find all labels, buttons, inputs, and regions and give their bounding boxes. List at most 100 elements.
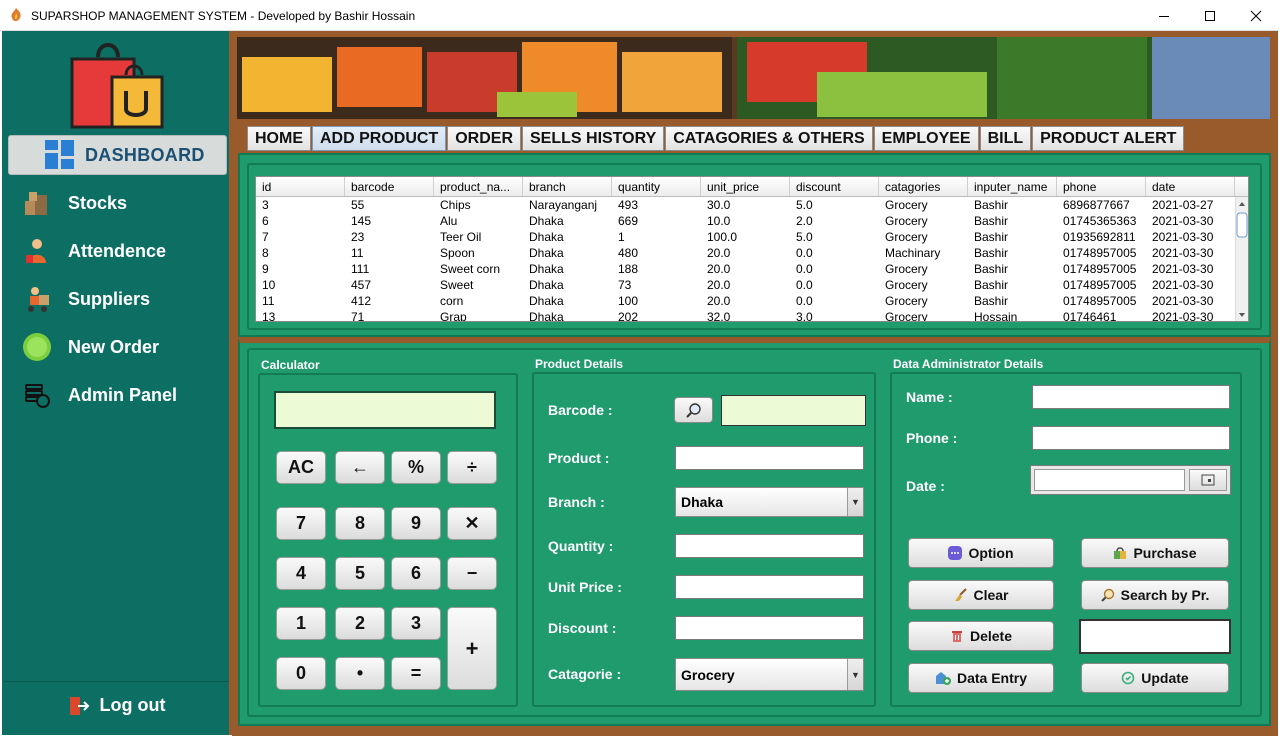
calculator-display[interactable]	[274, 391, 496, 429]
unit-price-label: Unit Price :	[548, 579, 622, 595]
search-product-input[interactable]	[1079, 619, 1231, 654]
calc-key-3[interactable]: 3	[391, 607, 441, 640]
tab-bill[interactable]: BILL	[979, 126, 1032, 151]
barcode-input[interactable]	[721, 395, 866, 426]
quantity-input[interactable]	[675, 534, 864, 558]
table-row[interactable]: 3 55 Chips Narayanganj 493 30.0 5.0 Grocery Bash…	[256, 197, 1248, 213]
calc-key-multiply[interactable]: ✕	[447, 507, 497, 540]
calc-key-minus[interactable]: −	[447, 557, 497, 590]
sidebar-item-admin-panel[interactable]: Admin Panel	[22, 378, 177, 412]
calc-key-backspace[interactable]: ←	[335, 451, 385, 484]
calc-key-2[interactable]: 2	[335, 607, 385, 640]
calc-key-8[interactable]: 8	[335, 507, 385, 540]
col-header[interactable]: branch	[523, 177, 612, 196]
table-cell: 457	[351, 278, 372, 292]
update-button[interactable]: Update	[1081, 663, 1229, 693]
tab-add-product[interactable]: ADD PRODUCT	[312, 126, 447, 151]
table-row[interactable]: 7 23 Teer Oil Dhaka 1 100.0 5.0 Grocery Bashir 01…	[256, 229, 1248, 245]
data-entry-button[interactable]: Data Entry	[908, 663, 1054, 693]
table-cell: 2.0	[796, 214, 813, 228]
calc-key-5[interactable]: 5	[335, 557, 385, 590]
admin-panel-icon	[22, 380, 52, 410]
trash-icon	[950, 629, 964, 643]
col-header[interactable]: unit_price	[701, 177, 790, 196]
close-button[interactable]	[1233, 0, 1279, 31]
table-cell: Grocery	[885, 198, 928, 212]
search-by-product-button[interactable]: Search by Pr.	[1081, 580, 1229, 610]
calc-key-ac[interactable]: AC	[276, 451, 326, 484]
col-header[interactable]: id	[256, 177, 345, 196]
branch-select[interactable]: Dhaka ▼	[675, 487, 864, 517]
tab-order[interactable]: ORDER	[447, 126, 521, 151]
table-row[interactable]: 11 412 corn Dhaka 100 20.0 0.0 Grocery Bashir 017…	[256, 293, 1248, 309]
col-header[interactable]: barcode	[345, 177, 434, 196]
minimize-button[interactable]	[1141, 0, 1187, 31]
purchase-button[interactable]: Purchase	[1081, 538, 1229, 568]
date-input[interactable]	[1034, 469, 1185, 491]
table-cell: 2021-03-30	[1152, 214, 1214, 228]
table-cell: 01748957005	[1063, 294, 1137, 308]
dashboard-button[interactable]: DASHBOARD	[8, 135, 227, 175]
table-row[interactable]: 6 145 Alu Dhaka 669 10.0 2.0 Grocery Bashir 01745…	[256, 213, 1248, 229]
table-cell: 100.0	[707, 230, 738, 244]
col-header[interactable]: inputer_name	[968, 177, 1057, 196]
table-cell: Bashir	[974, 294, 1009, 308]
table-cell: 6896877667	[1063, 198, 1130, 212]
discount-input[interactable]	[675, 616, 864, 640]
sidebar-item-new-order[interactable]: New Order	[22, 330, 159, 364]
table-cell: Sweet	[440, 278, 474, 292]
calc-key-equals[interactable]: =	[391, 657, 441, 690]
product-table[interactable]: id barcode product_na... branch quantity…	[255, 176, 1249, 322]
table-cell: 5.0	[796, 230, 813, 244]
table-scrollbar[interactable]	[1235, 197, 1248, 321]
sidebar-item-stocks[interactable]: Stocks	[22, 186, 127, 220]
table-row[interactable]: 13 71 Grap Dhaka 202 32.0 3.0 Grocery Hossain 017…	[256, 309, 1248, 321]
unit-price-input[interactable]	[675, 575, 864, 599]
logout-button[interactable]: Log out	[4, 681, 229, 729]
calc-key-percent[interactable]: %	[391, 451, 441, 484]
table-row[interactable]: 8 11 Spoon Dhaka 480 20.0 0.0 Machinary Bashir 01…	[256, 245, 1248, 261]
table-cell: 2021-03-30	[1152, 246, 1214, 260]
col-header[interactable]: discount	[790, 177, 879, 196]
table-row[interactable]: 9 111 Sweet corn Dhaka 188 20.0 0.0 Grocery Bash…	[256, 261, 1248, 277]
product-input[interactable]	[675, 446, 864, 470]
col-header[interactable]: quantity	[612, 177, 701, 196]
option-button[interactable]: Option	[908, 538, 1054, 568]
table-cell: 73	[618, 278, 632, 292]
tab-catagories-others[interactable]: CATAGORIES & OTHERS	[665, 126, 873, 151]
name-input[interactable]	[1032, 385, 1230, 409]
calc-key-1[interactable]: 1	[276, 607, 326, 640]
col-header[interactable]: date	[1146, 177, 1235, 196]
table-cell: Bashir	[974, 246, 1009, 260]
branch-label: Branch :	[548, 494, 605, 510]
table-row[interactable]: 10 457 Sweet Dhaka 73 20.0 0.0 Grocery Bashir 017…	[256, 277, 1248, 293]
catagorie-select[interactable]: Grocery ▼	[675, 658, 864, 691]
date-picker[interactable]	[1030, 465, 1231, 495]
sidebar-item-attendence[interactable]: Attendence	[22, 234, 166, 268]
table-cell: 10.0	[707, 214, 731, 228]
delete-button[interactable]: Delete	[908, 621, 1054, 651]
col-header[interactable]: product_na...	[434, 177, 523, 196]
col-header[interactable]: catagories	[879, 177, 968, 196]
barcode-search-button[interactable]	[674, 397, 713, 423]
tab-home[interactable]: HOME	[247, 126, 311, 151]
table-cell: corn	[440, 294, 464, 308]
calc-key-plus[interactable]: +	[447, 607, 497, 690]
clear-button[interactable]: Clear	[908, 580, 1054, 610]
maximize-button[interactable]	[1187, 0, 1233, 31]
calc-key-4[interactable]: 4	[276, 557, 326, 590]
tab-employee[interactable]: EMPLOYEE	[873, 126, 979, 151]
calendar-button[interactable]	[1189, 469, 1227, 491]
table-cell: Grocery	[885, 214, 928, 228]
calc-key-divide[interactable]: ÷	[447, 451, 497, 484]
phone-input[interactable]	[1032, 426, 1230, 450]
tab-product-alert[interactable]: PRODUCT ALERT	[1032, 126, 1185, 151]
calc-key-9[interactable]: 9	[391, 507, 441, 540]
calc-key-7[interactable]: 7	[276, 507, 326, 540]
tab-sells-history[interactable]: SELLS HISTORY	[522, 126, 665, 151]
col-header[interactable]: phone	[1057, 177, 1146, 196]
calc-key-6[interactable]: 6	[391, 557, 441, 590]
calc-key-dot[interactable]: •	[335, 657, 385, 690]
sidebar-item-suppliers[interactable]: Suppliers	[22, 282, 150, 316]
calc-key-0[interactable]: 0	[276, 657, 326, 690]
